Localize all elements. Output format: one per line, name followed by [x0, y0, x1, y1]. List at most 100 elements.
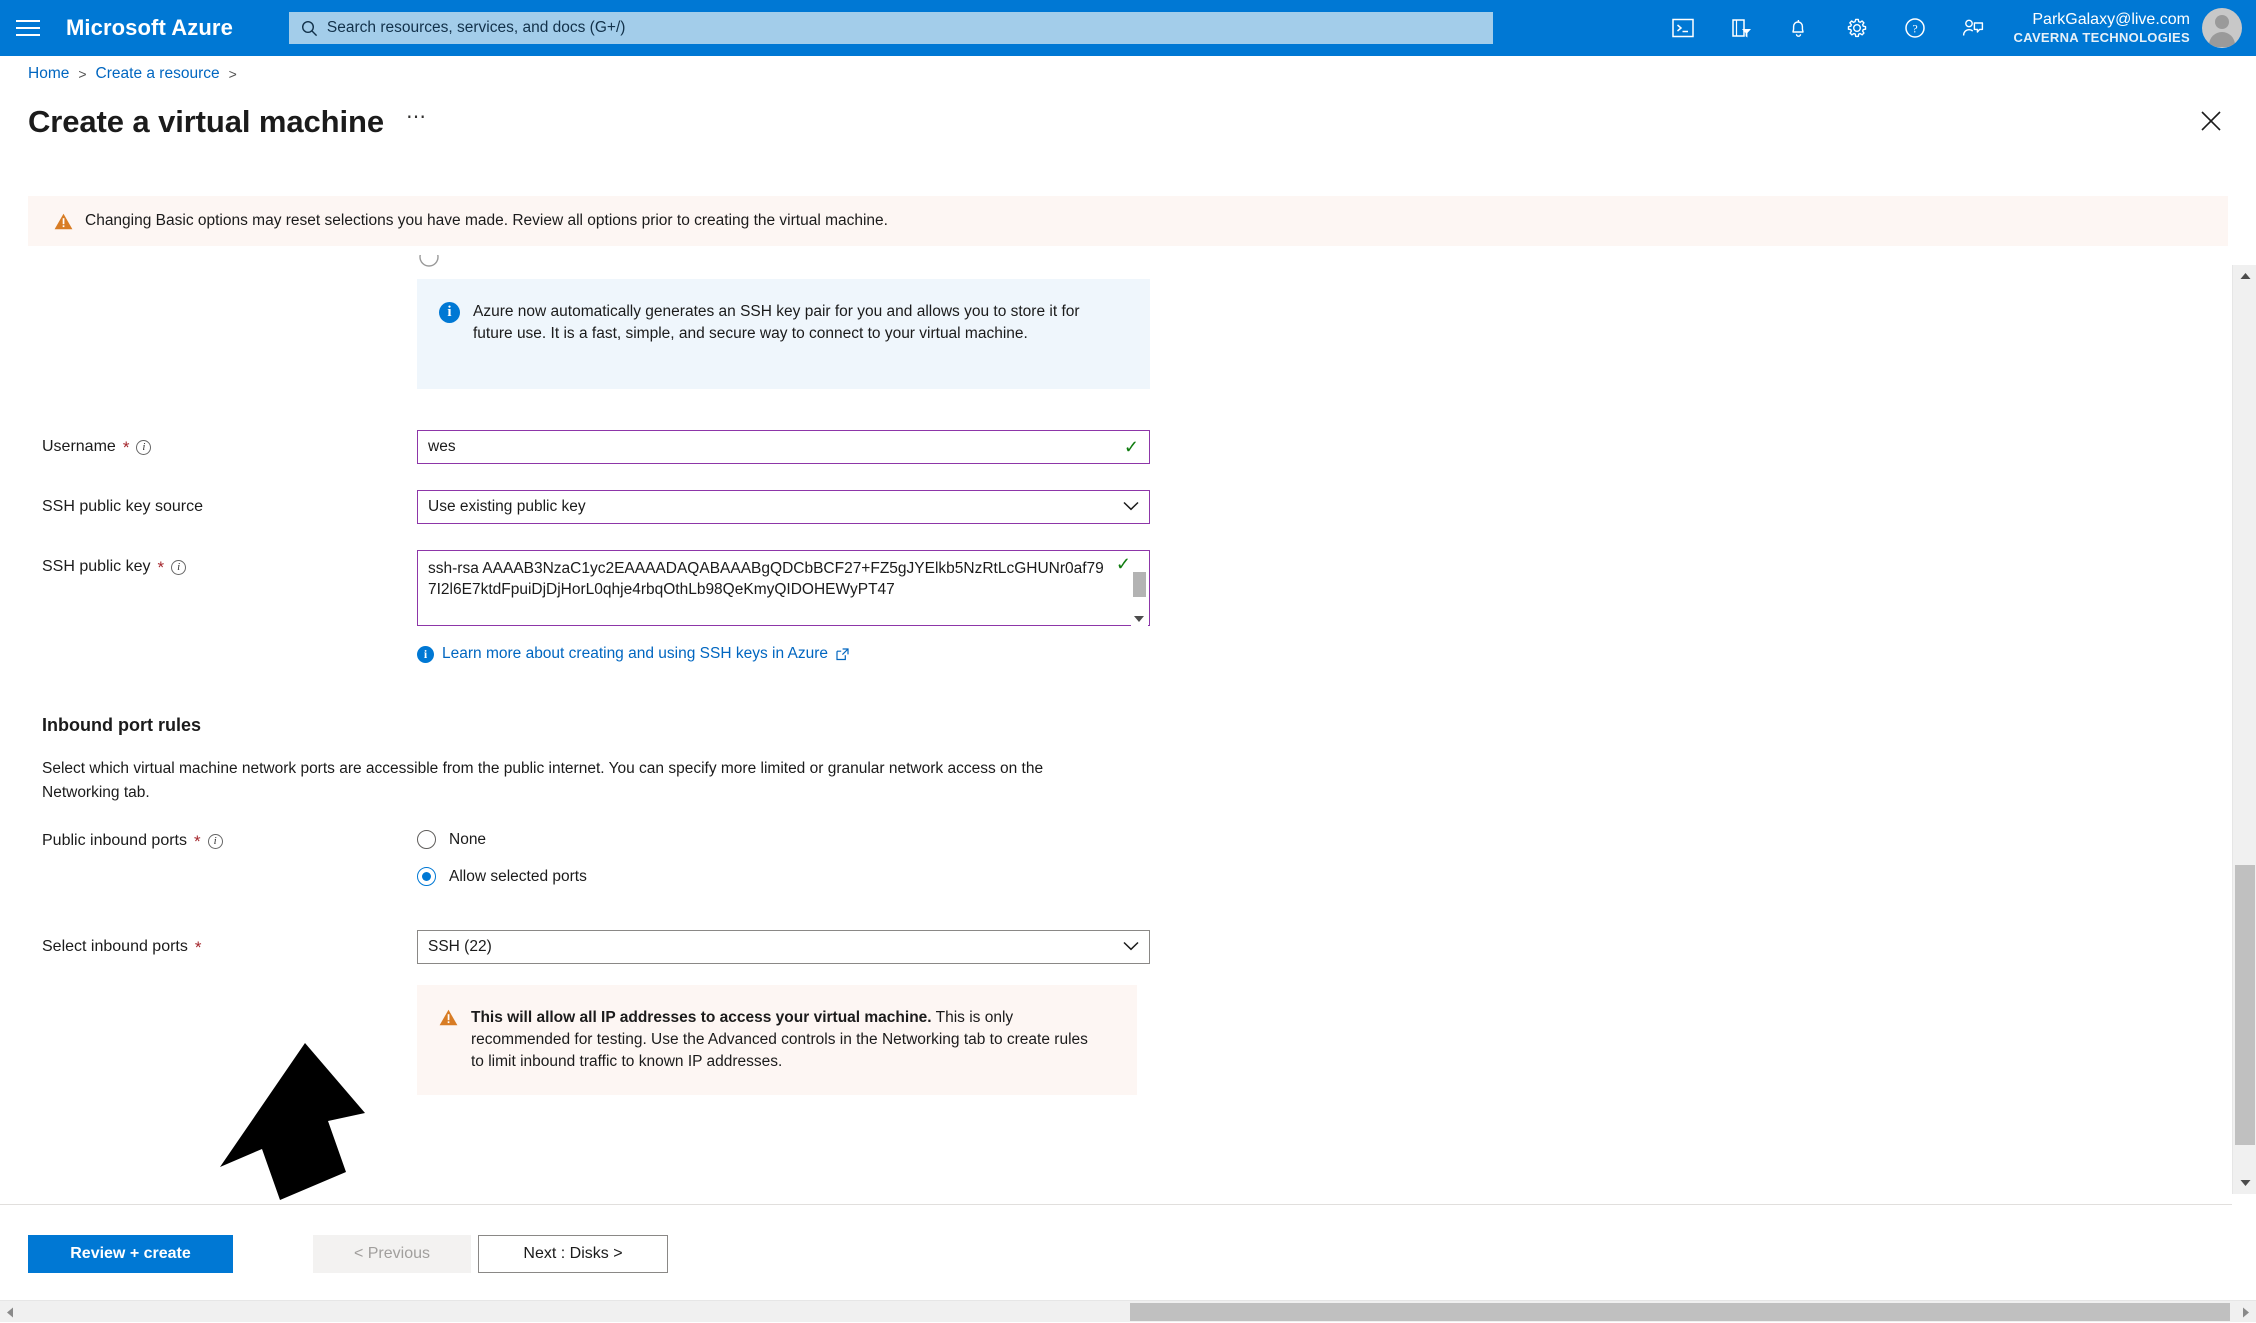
all-ip-warning-bold: This will allow all IP addresses to acce…	[471, 1009, 932, 1026]
nav-icon-group: ? ParkGalaxy@live.com CAVERNA TECHNOLOGI…	[1654, 0, 2256, 56]
caret-left-icon	[6, 1307, 14, 1318]
ssh-public-key-label-group: SSH public key * i	[42, 550, 417, 576]
radio-option-allow-selected-ports[interactable]: Allow selected ports	[417, 867, 587, 886]
notifications-bell-icon[interactable]	[1770, 0, 1828, 56]
username-input[interactable]: wes ✓	[417, 430, 1150, 464]
all-ip-warning-box: This will allow all IP addresses to acce…	[417, 985, 1137, 1095]
feedback-icon[interactable]	[1944, 0, 2002, 56]
ssh-key-info-box: i Azure now automatically generates an S…	[417, 279, 1150, 389]
account-email: ParkGalaxy@live.com	[2014, 10, 2190, 30]
caret-right-icon	[2242, 1307, 2250, 1318]
ssh-public-key-info-icon[interactable]: i	[171, 560, 186, 575]
select-inbound-ports-row: Select inbound ports * SSH (22)	[42, 930, 1162, 964]
ssh-key-source-label: SSH public key source	[42, 498, 203, 516]
external-link-icon	[836, 648, 849, 661]
breadcrumb-create-a-resource[interactable]: Create a resource	[96, 65, 220, 83]
public-inbound-ports-required-marker: *	[194, 833, 201, 850]
radio-button-allow-selected-ports[interactable]	[417, 867, 436, 886]
review-create-button[interactable]: Review + create	[28, 1235, 233, 1273]
next-disks-button[interactable]: Next : Disks >	[478, 1235, 668, 1273]
select-inbound-ports-label: Select inbound ports	[42, 938, 188, 956]
select-inbound-ports-required-marker: *	[195, 939, 202, 956]
public-inbound-ports-label: Public inbound ports	[42, 832, 187, 850]
breadcrumb: Home > Create a resource >	[0, 56, 2256, 92]
wizard-footer: Review + create < Previous Next : Disks …	[0, 1204, 2232, 1300]
global-search-input[interactable]: Search resources, services, and docs (G+…	[289, 12, 1493, 44]
ssh-key-source-value: Use existing public key	[428, 498, 586, 516]
ssh-public-key-value: ssh-rsa AAAAB3NzaC1yc2EAAAADAQABAAABgQDC…	[418, 551, 1108, 625]
directories-subscriptions-icon[interactable]	[1712, 0, 1770, 56]
username-label-group: Username * i	[42, 430, 417, 456]
horizontal-scrollbar-thumb[interactable]	[1130, 1303, 2230, 1321]
scroll-right-button[interactable]	[2236, 1301, 2256, 1323]
close-blade-button[interactable]	[2188, 98, 2234, 144]
username-value: wes	[428, 438, 456, 456]
info-circle-icon: i	[439, 302, 460, 323]
chevron-down-icon	[1123, 938, 1139, 956]
horizontal-scrollbar[interactable]	[0, 1300, 2256, 1322]
scroll-up-button[interactable]	[2233, 265, 2256, 287]
form-scroll-region: i Azure now automatically generates an S…	[0, 265, 2210, 1195]
account-menu[interactable]: ParkGalaxy@live.com CAVERNA TECHNOLOGIES	[2002, 0, 2256, 56]
public-inbound-ports-row: Public inbound ports * i None Allow sele…	[42, 830, 1162, 886]
settings-gear-icon[interactable]	[1828, 0, 1886, 56]
avatar[interactable]	[2202, 8, 2242, 48]
inbound-port-rules-description: Select which virtual machine network por…	[42, 757, 1112, 805]
radio-button-none[interactable]	[417, 830, 436, 849]
page-header: Create a virtual machine ⋯	[0, 96, 2256, 148]
breadcrumb-separator-2: >	[229, 66, 237, 82]
breadcrumb-home[interactable]: Home	[28, 65, 69, 83]
username-row: Username * i wes ✓	[42, 430, 1162, 464]
public-inbound-ports-label-group: Public inbound ports * i	[42, 830, 417, 850]
scroll-left-button[interactable]	[0, 1301, 20, 1323]
ssh-key-source-row: SSH public key source Use existing publi…	[42, 490, 1162, 524]
partial-chevron-above	[417, 255, 441, 267]
caret-down-icon[interactable]	[1134, 616, 1144, 622]
chevron-down-icon	[1123, 498, 1139, 516]
info-circle-icon: i	[417, 646, 434, 663]
scroll-down-button[interactable]	[2233, 1172, 2256, 1194]
learn-more-link-text: Learn more about creating and using SSH …	[442, 645, 828, 663]
azure-brand-logo[interactable]: Microsoft Azure	[66, 15, 233, 41]
hamburger-menu-icon[interactable]	[0, 0, 56, 56]
ssh-public-key-required-marker: *	[158, 559, 165, 576]
learn-more-ssh-keys-link[interactable]: i Learn more about creating and using SS…	[417, 645, 849, 663]
textarea-scrollbar[interactable]	[1131, 552, 1148, 626]
select-inbound-ports-select[interactable]: SSH (22)	[417, 930, 1150, 964]
username-valid-check-icon: ✓	[1124, 438, 1139, 456]
select-inbound-ports-label-group: Select inbound ports *	[42, 930, 417, 956]
ssh-key-source-select[interactable]: Use existing public key	[417, 490, 1150, 524]
search-icon	[301, 20, 318, 37]
radio-option-none[interactable]: None	[417, 830, 587, 849]
warning-triangle-icon	[54, 213, 73, 230]
ssh-public-key-valid-check-icon: ✓	[1116, 555, 1131, 573]
more-options-button[interactable]: ⋯	[406, 107, 428, 137]
ssh-public-key-textarea[interactable]: ssh-rsa AAAAB3NzaC1yc2EAAAADAQABAAABgQDC…	[417, 550, 1150, 626]
close-icon	[2200, 110, 2222, 132]
warning-triangle-icon	[439, 1009, 458, 1026]
all-ip-warning-text: This will allow all IP addresses to acce…	[471, 1007, 1101, 1095]
help-question-icon[interactable]: ?	[1886, 0, 1944, 56]
global-search-placeholder: Search resources, services, and docs (G+…	[327, 19, 626, 37]
ssh-key-source-label-group: SSH public key source	[42, 490, 417, 516]
account-organization: CAVERNA TECHNOLOGIES	[2014, 30, 2190, 46]
radio-label-allow-selected-ports: Allow selected ports	[449, 868, 587, 886]
basics-reset-warning-banner: Changing Basic options may reset selecti…	[28, 196, 2228, 246]
page-title: Create a virtual machine	[28, 104, 384, 140]
username-label: Username	[42, 438, 116, 456]
previous-button[interactable]: < Previous	[313, 1235, 471, 1273]
radio-label-none: None	[449, 831, 486, 849]
cloud-shell-icon[interactable]	[1654, 0, 1712, 56]
username-info-icon[interactable]: i	[136, 440, 151, 455]
vertical-scrollbar[interactable]	[2232, 265, 2256, 1194]
ssh-public-key-label: SSH public key	[42, 558, 151, 576]
svg-text:?: ?	[1912, 22, 1917, 36]
ssh-key-info-text: Azure now automatically generates an SSH…	[473, 301, 1093, 389]
public-inbound-ports-info-icon[interactable]: i	[208, 834, 223, 849]
textarea-scrollbar-thumb[interactable]	[1133, 572, 1146, 597]
caret-down-icon	[2240, 1179, 2251, 1187]
breadcrumb-separator: >	[78, 66, 86, 82]
vertical-scrollbar-thumb[interactable]	[2235, 865, 2255, 1145]
ssh-public-key-row: SSH public key * i ssh-rsa AAAAB3NzaC1yc…	[42, 550, 1162, 626]
username-required-marker: *	[123, 439, 130, 456]
